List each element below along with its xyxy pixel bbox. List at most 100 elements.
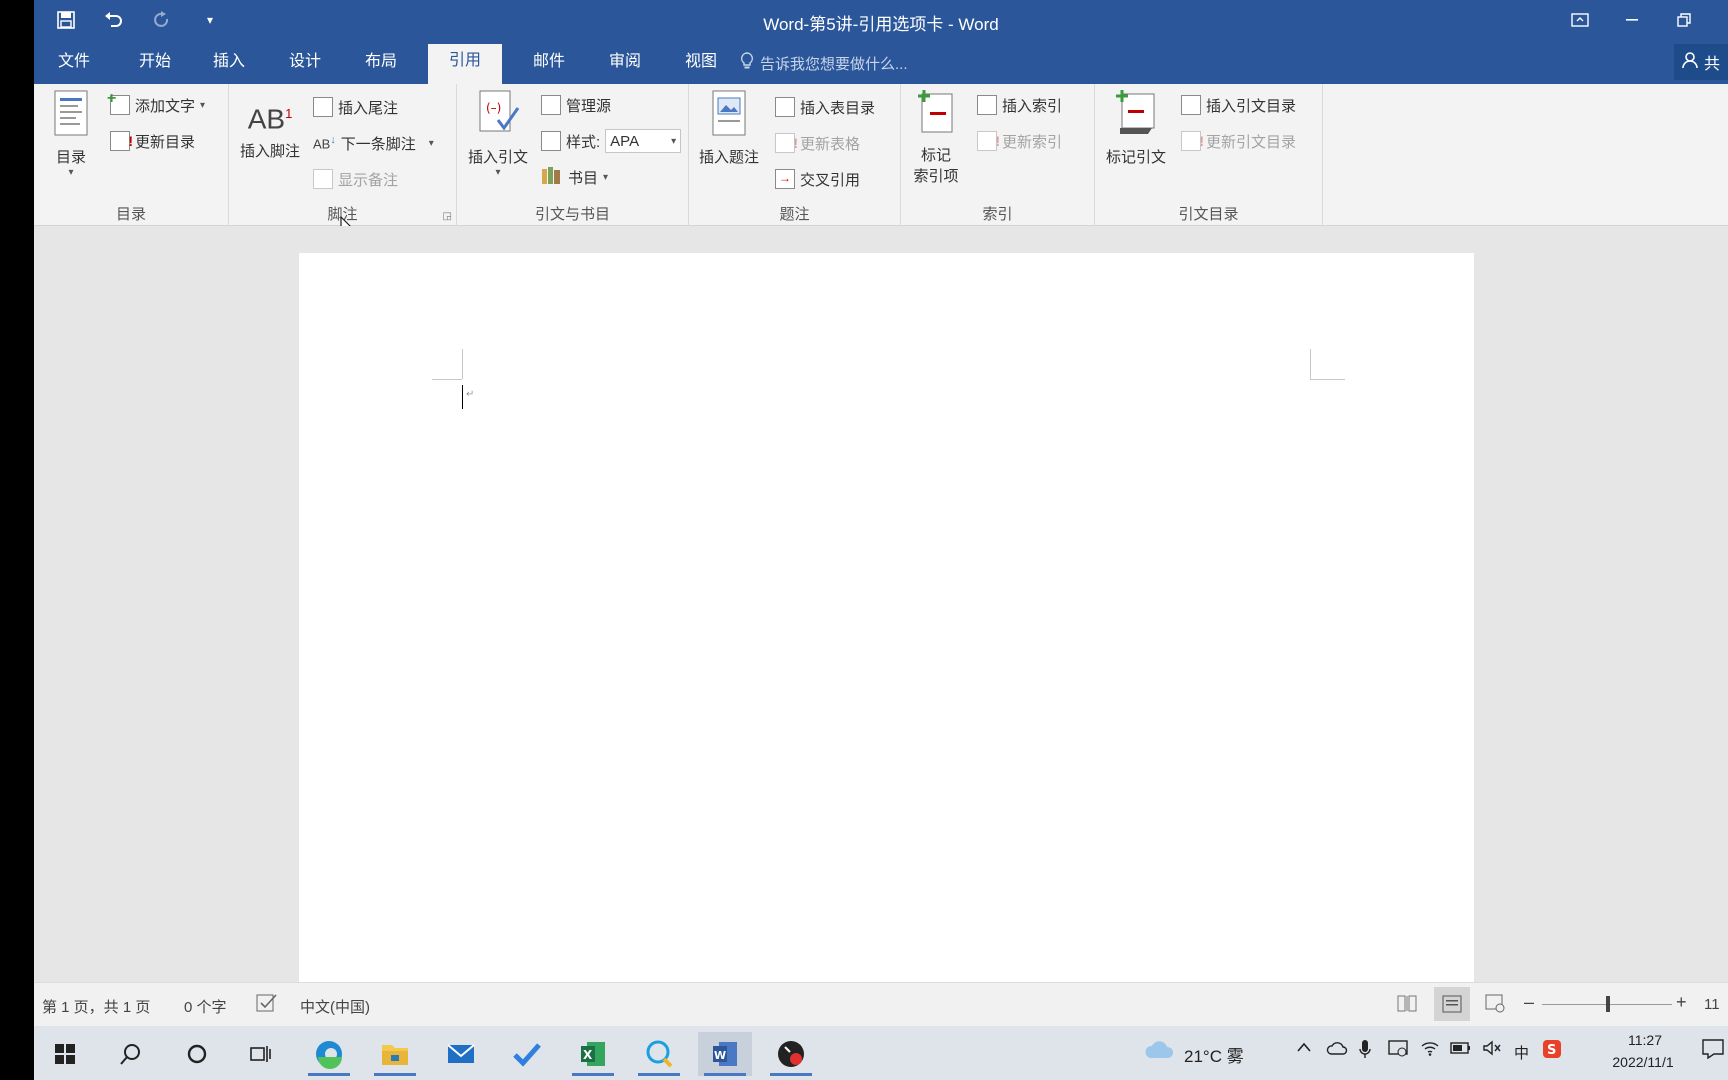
show-notes-button[interactable]: 显示备注 bbox=[313, 166, 398, 192]
table-of-contents-icon bbox=[44, 90, 98, 140]
dialog-launcher-icon[interactable]: ◲ bbox=[443, 211, 452, 222]
insert-toa-button[interactable]: 插入引文目录 bbox=[1181, 92, 1296, 118]
update-table-icon: ! bbox=[775, 133, 798, 153]
group-label-toa: 引文目录 bbox=[1178, 206, 1239, 223]
style-icon bbox=[541, 131, 561, 151]
task-view-icon[interactable] bbox=[234, 1032, 288, 1076]
insert-citation-icon: (–) bbox=[461, 90, 535, 140]
mark-entry-label-2: 索引项 bbox=[913, 168, 959, 185]
insert-index-button[interactable]: 插入索引 bbox=[977, 92, 1062, 118]
group-table-of-authorities: 标记引文 插入引文目录 ! 更新引文目录 引文目录 bbox=[1095, 84, 1323, 226]
cortana-icon[interactable] bbox=[170, 1032, 224, 1076]
edge-browser-icon[interactable] bbox=[302, 1032, 356, 1076]
crop-mark-top-left-vertical bbox=[462, 349, 463, 379]
tab-references[interactable]: 引用 bbox=[428, 44, 502, 84]
page-count[interactable]: 第 1 页，共 1 页 bbox=[42, 996, 150, 1017]
search-icon[interactable] bbox=[104, 1032, 158, 1076]
update-toc-button[interactable]: ! 更新目录 bbox=[110, 128, 195, 154]
bibliography-button[interactable]: 书目 ▾ bbox=[541, 164, 608, 190]
insert-caption-button[interactable]: 插入题注 bbox=[693, 90, 765, 167]
sogou-ime-icon[interactable]: S bbox=[1542, 1039, 1562, 1063]
citation-style-select[interactable]: APA ▾ bbox=[605, 129, 682, 153]
toc-button[interactable]: 目录 ▾ bbox=[44, 90, 98, 178]
weather-text[interactable]: 21°C 雾 bbox=[1184, 1042, 1244, 1067]
citation-style-value: APA bbox=[610, 132, 640, 150]
read-mode-icon[interactable] bbox=[1396, 993, 1418, 1017]
insert-toa-label: 插入引文目录 bbox=[1206, 97, 1297, 115]
cross-reference-button[interactable]: → 交叉引用 bbox=[775, 166, 860, 192]
tab-view[interactable]: 视图 bbox=[672, 50, 730, 78]
web-layout-icon[interactable] bbox=[1484, 993, 1506, 1017]
update-index-label: 更新索引 bbox=[1002, 133, 1063, 151]
onedrive-icon[interactable] bbox=[1326, 1040, 1348, 1060]
tell-me-search[interactable]: 告诉我您想要做什么... bbox=[740, 52, 908, 74]
clock-date[interactable]: 2022/11/1 bbox=[1600, 1054, 1686, 1070]
document-page[interactable]: ↵ bbox=[299, 253, 1474, 982]
chat-app-icon[interactable] bbox=[632, 1032, 686, 1076]
tab-layout[interactable]: 布局 bbox=[352, 50, 410, 78]
update-toa-button[interactable]: ! 更新引文目录 bbox=[1181, 128, 1296, 154]
mark-citation-button[interactable]: 标记引文 bbox=[1099, 88, 1173, 167]
tab-insert[interactable]: 插入 bbox=[200, 50, 258, 78]
mail-icon[interactable] bbox=[434, 1032, 488, 1076]
insert-endnote-button[interactable]: 插入尾注 bbox=[313, 94, 398, 120]
insert-citation-label: 插入引文 bbox=[467, 149, 528, 166]
file-explorer-icon[interactable] bbox=[368, 1032, 422, 1076]
word-count[interactable]: 0 个字 bbox=[184, 996, 227, 1017]
update-index-button[interactable]: ! 更新索引 bbox=[977, 128, 1062, 154]
window-title: Word-第5讲-引用选项卡 - Word bbox=[763, 15, 999, 34]
mark-citation-label: 标记引文 bbox=[1105, 149, 1166, 166]
battery-icon[interactable] bbox=[1450, 1041, 1472, 1059]
zoom-slider-thumb[interactable] bbox=[1606, 996, 1610, 1012]
insert-table-of-figures-label: 插入表目录 bbox=[800, 99, 876, 117]
insert-toa-icon bbox=[1181, 95, 1201, 115]
insert-table-of-figures-button[interactable]: 插入表目录 bbox=[775, 94, 875, 120]
word-app-icon[interactable]: W bbox=[698, 1032, 752, 1076]
wifi-icon[interactable] bbox=[1420, 1040, 1440, 1060]
chevron-up-icon[interactable] bbox=[1296, 1040, 1312, 1058]
endnote-icon bbox=[313, 97, 333, 117]
ribbon-display-options-icon[interactable] bbox=[1560, 4, 1600, 36]
recorder-app-icon[interactable] bbox=[764, 1032, 818, 1076]
windows-start-icon[interactable] bbox=[38, 1032, 92, 1076]
notification-center-icon[interactable] bbox=[1702, 1039, 1724, 1063]
insert-footnote-button[interactable]: AB1 插入脚注 bbox=[235, 94, 305, 161]
tab-home[interactable]: 开始 bbox=[126, 50, 184, 78]
next-footnote-button[interactable]: AB↓ 下一条脚注 ▾ bbox=[313, 130, 434, 156]
group-label-captions: 题注 bbox=[779, 206, 810, 223]
insert-index-label: 插入索引 bbox=[1002, 97, 1063, 115]
manage-sources-icon bbox=[541, 95, 561, 115]
ime-indicator[interactable]: 中 bbox=[1514, 1042, 1529, 1063]
tab-review[interactable]: 审阅 bbox=[596, 50, 654, 78]
volume-muted-icon[interactable] bbox=[1482, 1040, 1502, 1060]
proofing-icon[interactable] bbox=[256, 993, 278, 1017]
language[interactable]: 中文(中国) bbox=[300, 996, 370, 1017]
zoom-out-button[interactable]: – bbox=[1524, 992, 1534, 1013]
excel-icon[interactable]: X bbox=[566, 1032, 620, 1076]
tab-mailings[interactable]: 邮件 bbox=[520, 50, 578, 78]
update-table-button[interactable]: ! 更新表格 bbox=[775, 130, 860, 156]
clock-time[interactable]: 11:27 bbox=[1612, 1032, 1678, 1048]
restore-button[interactable] bbox=[1664, 4, 1704, 36]
tab-file[interactable]: 文件 bbox=[52, 50, 96, 78]
mark-entry-icon bbox=[905, 88, 967, 138]
minimize-button[interactable] bbox=[1612, 4, 1652, 36]
manage-sources-button[interactable]: 管理源 bbox=[541, 92, 611, 118]
share-button[interactable]: 共 bbox=[1674, 44, 1728, 80]
microphone-icon[interactable] bbox=[1358, 1039, 1372, 1063]
zoom-level[interactable]: 11 bbox=[1704, 996, 1720, 1013]
display-icon[interactable] bbox=[1388, 1039, 1410, 1063]
todo-icon[interactable] bbox=[500, 1032, 554, 1076]
print-layout-icon[interactable] bbox=[1434, 987, 1470, 1021]
mark-entry-button[interactable]: 标记 索引项 bbox=[905, 88, 967, 186]
tab-design[interactable]: 设计 bbox=[276, 50, 334, 78]
zoom-in-button[interactable]: + bbox=[1676, 992, 1687, 1013]
weather-cloud-icon[interactable] bbox=[1144, 1038, 1174, 1064]
insert-citation-button[interactable]: (–) 插入引文 ▾ bbox=[461, 90, 535, 178]
add-text-button[interactable]: + 添加文字 ▾ bbox=[107, 90, 205, 118]
group-footnotes: AB1 插入脚注 插入尾注 AB↓ 下一条脚注 ▾ 显示备注 脚注 ◲ bbox=[229, 84, 457, 226]
show-notes-label: 显示备注 bbox=[338, 171, 399, 189]
chevron-down-icon: ▾ bbox=[428, 137, 434, 149]
paragraph-mark-icon: ↵ bbox=[466, 389, 475, 400]
ribbon: 目录 ▾ + 添加文字 ▾ ! 更新目录 目录 AB1 插入脚注 插入尾注 AB… bbox=[34, 84, 1728, 239]
